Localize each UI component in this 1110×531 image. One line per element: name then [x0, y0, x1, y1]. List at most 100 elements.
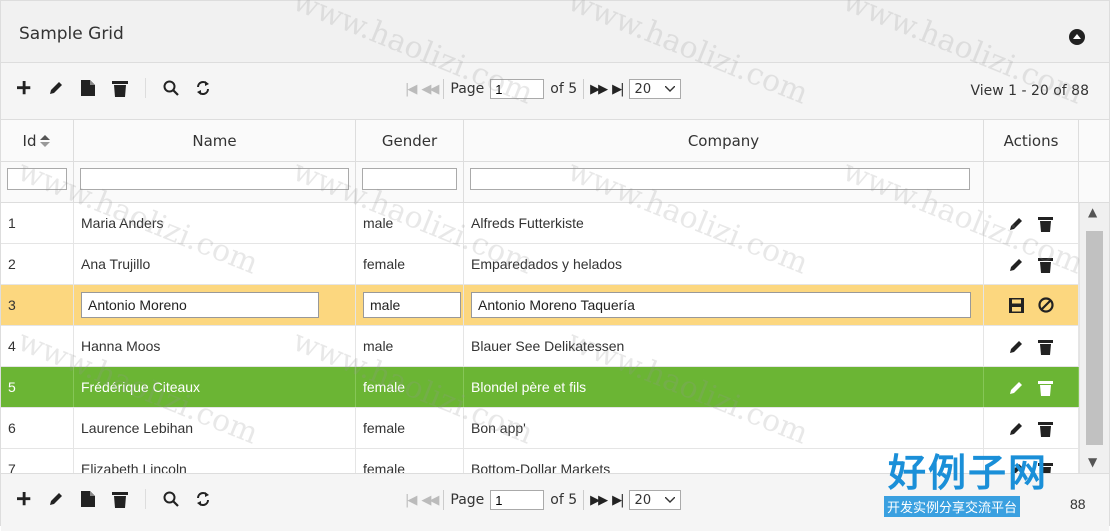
cell-name: Ana Trujillo [74, 244, 356, 284]
edit-icon[interactable] [1009, 257, 1024, 272]
cell-id: 7 [1, 449, 74, 473]
column-header-actions: Actions [984, 120, 1079, 161]
cell-actions [984, 285, 1079, 325]
filter-company-input[interactable] [470, 168, 970, 190]
edit-gender-input[interactable] [363, 292, 461, 318]
add-icon[interactable] [15, 79, 33, 97]
cell-gender: female [356, 244, 464, 284]
cell-name: Elizabeth Lincoln [74, 449, 356, 473]
filter-id-input[interactable] [7, 168, 67, 190]
last-page-icon[interactable]: ▶| [612, 493, 624, 508]
table-row[interactable]: 1 Maria Anders male Alfreds Futterkiste [1, 203, 1109, 244]
cell-gender: female [356, 367, 464, 407]
edit-icon[interactable] [47, 490, 65, 508]
edit-name-input[interactable] [81, 292, 319, 318]
page-input[interactable] [490, 79, 545, 99]
pager-center: |◀ ◀◀ Page of 5 ▶▶ ▶| 20 [405, 490, 681, 510]
toolbar-separator [145, 489, 146, 509]
site-logo-tagline: 开发实例分享交流平台 [884, 496, 1021, 517]
scroll-up-icon[interactable]: ▲ [1088, 205, 1097, 219]
pager-separator [583, 490, 585, 510]
rows-per-page-select[interactable]: 20 [628, 79, 681, 99]
column-header-company[interactable]: Company [464, 120, 984, 161]
cell-gender: female [356, 408, 464, 448]
column-header-name[interactable]: Name [74, 120, 356, 161]
first-page-icon[interactable]: |◀ [405, 493, 417, 508]
table-row-selected[interactable]: 5 Frédérique Citeaux female Blondel père… [1, 367, 1109, 408]
page-label: Page [450, 81, 485, 97]
edit-icon[interactable] [47, 79, 65, 97]
cell-id: 5 [1, 367, 74, 407]
prev-page-icon[interactable]: ◀◀ [421, 493, 439, 508]
bottom-view-records-text: 88 [1070, 496, 1086, 512]
scroll-down-icon[interactable]: ▼ [1088, 455, 1097, 469]
cell-gender: female [356, 449, 464, 473]
rows-per-page-select[interactable]: 20 [628, 490, 681, 510]
page-of-label: of 5 [550, 492, 578, 508]
add-icon[interactable] [15, 490, 33, 508]
filter-gender-input[interactable] [362, 168, 457, 190]
trash-icon[interactable] [1038, 338, 1053, 355]
save-icon[interactable] [1008, 297, 1024, 313]
table-row[interactable]: 2 Ana Trujillo female Emparedados y hela… [1, 244, 1109, 285]
cell-company: Blondel père et fils [464, 367, 984, 407]
cell-gender: male [356, 326, 464, 366]
filter-id-cell [1, 162, 74, 202]
column-header-row: Id Name Gender Company Actions [1, 120, 1109, 162]
rows-per-page-value: 20 [634, 492, 652, 508]
next-page-icon[interactable]: ▶▶ [590, 493, 608, 508]
next-page-icon[interactable]: ▶▶ [590, 82, 608, 97]
cell-gender [356, 285, 464, 325]
last-page-icon[interactable]: ▶| [612, 82, 624, 97]
cell-id: 3 [1, 285, 74, 325]
edit-icon[interactable] [1009, 380, 1024, 395]
collapse-icon[interactable] [1069, 29, 1085, 45]
search-icon[interactable] [162, 79, 180, 97]
refresh-icon[interactable] [194, 490, 212, 508]
table-row[interactable]: 4 Hanna Moos male Blauer See Delikatesse… [1, 326, 1109, 367]
trash-icon[interactable] [1038, 379, 1053, 396]
top-toolbar: |◀ ◀◀ Page of 5 ▶▶ ▶| 20 View 1 - 20 of … [1, 63, 1109, 120]
cell-name: Laurence Lebihan [74, 408, 356, 448]
toolbar-actions [15, 489, 212, 509]
document-icon[interactable] [79, 490, 97, 508]
scrollbar-thumb[interactable] [1086, 231, 1103, 445]
trash-icon[interactable] [111, 490, 129, 508]
cell-gender: male [356, 203, 464, 243]
site-logo-title: 好例子网 [888, 450, 1049, 495]
prev-page-icon[interactable]: ◀◀ [421, 82, 439, 97]
edit-company-input[interactable] [471, 292, 971, 318]
site-logo: 好例子网 开发实例分享交流平台 [884, 442, 1074, 522]
header-scroll-spacer [1079, 120, 1109, 161]
page-input[interactable] [490, 490, 545, 510]
chevron-down-icon [664, 497, 675, 503]
cell-actions [984, 326, 1079, 366]
grid-body: 1 Maria Anders male Alfreds Futterkiste … [1, 203, 1109, 473]
pager-separator [583, 79, 585, 99]
filter-name-input[interactable] [80, 168, 349, 190]
edit-icon[interactable] [1009, 339, 1024, 354]
sort-icon [40, 134, 51, 147]
edit-icon[interactable] [1009, 216, 1024, 231]
cell-actions [984, 367, 1079, 407]
pager-separator [443, 79, 445, 99]
column-header-gender[interactable]: Gender [356, 120, 464, 161]
column-header-id[interactable]: Id [1, 120, 74, 161]
pager-separator [443, 490, 445, 510]
vertical-scrollbar[interactable]: ▲ ▼ [1079, 203, 1109, 473]
trash-icon[interactable] [111, 79, 129, 97]
cancel-icon[interactable] [1037, 297, 1054, 313]
refresh-icon[interactable] [194, 79, 212, 97]
search-icon[interactable] [162, 490, 180, 508]
document-icon[interactable] [79, 79, 97, 97]
grid-title: Sample Grid [19, 24, 124, 44]
trash-icon[interactable] [1038, 420, 1053, 437]
cell-id: 6 [1, 408, 74, 448]
chevron-down-icon [664, 86, 675, 92]
edit-icon[interactable] [1009, 421, 1024, 436]
filter-company-cell [464, 162, 984, 202]
first-page-icon[interactable]: |◀ [405, 82, 417, 97]
trash-icon[interactable] [1038, 256, 1053, 273]
trash-icon[interactable] [1038, 215, 1053, 232]
table-row-editing[interactable]: 3 [1, 285, 1109, 326]
